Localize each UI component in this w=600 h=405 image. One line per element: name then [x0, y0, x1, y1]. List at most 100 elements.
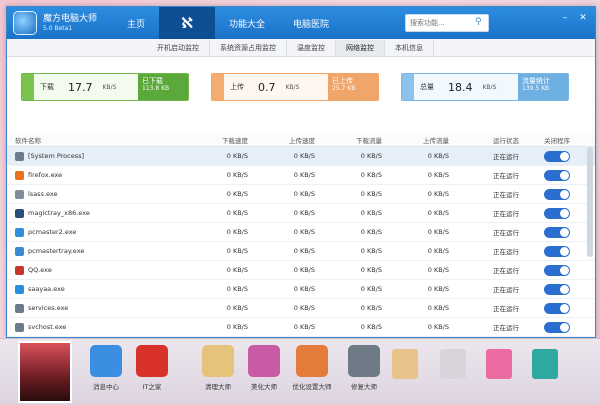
app-window: 魔方电脑大师 5.0 Beta1 主页 ℵ 功能大全 电脑医院 ⚲ – ✕ 开机… — [6, 6, 596, 338]
process-icon — [15, 246, 24, 256]
upload-speed-cell: 0 KB/S — [293, 171, 315, 179]
header-dl-traffic[interactable]: 下载流量 — [329, 135, 396, 145]
upload-speed-cell: 0 KB/S — [293, 209, 315, 217]
nav-tools[interactable]: ℵ — [159, 7, 216, 39]
download-speed-cell: 0 KB/S — [226, 285, 248, 293]
upload-label: 上传 — [230, 83, 244, 91]
upload-total-value: 25.7 KB — [332, 85, 356, 93]
dock-item[interactable]: 美化大师 — [240, 345, 288, 399]
app-tile-4[interactable] — [532, 349, 558, 379]
table-row[interactable]: firefox.exe 0 KB/S 0 KB/S 0 KB/S 0 KB/S 正在运行 — [7, 166, 595, 185]
download-unit: KB/S — [102, 83, 117, 91]
process-name-cell: firefox.exe — [7, 170, 195, 180]
dock-item[interactable]: 消息中心 — [82, 345, 130, 399]
header-status[interactable]: 运行状态 — [463, 135, 527, 145]
minimize-icon[interactable]: – — [559, 13, 571, 23]
app-name: 魔方电脑大师 5.0 Beta1 — [43, 14, 97, 32]
status-cell: 正在运行 — [493, 229, 519, 237]
app-version: 5.0 Beta1 — [43, 24, 73, 32]
upload-speed-cell: 0 KB/S — [293, 228, 315, 236]
nav-clinic[interactable]: 电脑医院 — [279, 7, 343, 39]
tab-info[interactable]: 本机信息 — [385, 40, 434, 56]
nav-home[interactable]: 主页 — [113, 7, 159, 39]
status-cell: 正在运行 — [493, 191, 519, 199]
process-name: pcmaster2.exe — [28, 228, 77, 236]
app-tile-2[interactable] — [440, 349, 466, 379]
download-traffic-cell: 0 KB/S — [360, 323, 382, 331]
close-icon[interactable]: ✕ — [577, 13, 589, 23]
close-program-toggle[interactable] — [544, 302, 570, 314]
title-bar: 魔方电脑大师 5.0 Beta1 主页 ℵ 功能大全 电脑医院 ⚲ – ✕ — [7, 7, 595, 39]
process-name-cell: saayaa.exe — [7, 284, 195, 294]
process-name: services.exe — [28, 304, 69, 312]
table-body: [System Process] 0 KB/S 0 KB/S 0 KB/S 0 KB/S… — [7, 147, 595, 337]
download-speed-cell: 0 KB/S — [226, 247, 248, 255]
download-speed-cell: 0 KB/S — [226, 152, 248, 160]
close-program-toggle[interactable] — [544, 283, 570, 295]
traffic-total: 流量统计 139.5 KB — [518, 74, 568, 100]
process-icon — [15, 227, 24, 237]
upload-traffic-cell: 0 KB/S — [427, 323, 449, 331]
traffic-total-label: 流量统计 — [522, 77, 550, 85]
table-scrollbar[interactable] — [587, 147, 593, 257]
upload-speed-cell: 0 KB/S — [293, 190, 315, 198]
table-row[interactable]: services.exe 0 KB/S 0 KB/S 0 KB/S 0 KB/S 正在运行 — [7, 299, 595, 318]
dock-item[interactable]: 优化设置大师 — [288, 345, 336, 399]
header-name[interactable]: 软件名称 — [7, 135, 195, 145]
close-program-toggle[interactable] — [544, 245, 570, 257]
total-unit: KB/S — [482, 83, 497, 91]
header-close[interactable]: 关闭程序 — [527, 135, 587, 145]
dock-item[interactable]: IT之家 — [128, 345, 176, 399]
app-tile-3[interactable] — [486, 349, 512, 379]
download-traffic-cell: 0 KB/S — [360, 285, 382, 293]
header-dl-speed[interactable]: 下载速度 — [195, 135, 262, 145]
taskbar-dock: 消息中心 IT之家 清理大师 美化大师 优化设置大师 修复大师 — [0, 338, 600, 405]
table-row[interactable]: saayaa.exe 0 KB/S 0 KB/S 0 KB/S 0 KB/S 正在运行 — [7, 280, 595, 299]
status-cell: 正在运行 — [493, 267, 519, 275]
process-icon — [15, 208, 24, 218]
dock-app-icon — [90, 345, 122, 377]
download-speed-cell: 0 KB/S — [226, 209, 248, 217]
close-program-toggle[interactable] — [544, 226, 570, 238]
total-stat: 总量 18.4 KB/S 流量统计 139.5 KB — [401, 73, 569, 101]
process-icon — [15, 151, 24, 161]
tab-resource[interactable]: 系统资源占用监控 — [210, 40, 287, 56]
close-program-toggle[interactable] — [544, 207, 570, 219]
tab-startup[interactable]: 开机启动监控 — [147, 40, 210, 56]
table-row[interactable]: pcmastertray.exe 0 KB/S 0 KB/S 0 KB/S 0 KB/S… — [7, 242, 595, 261]
header-ul-traffic[interactable]: 上传流量 — [396, 135, 463, 145]
process-icon — [15, 189, 24, 199]
close-program-toggle[interactable] — [544, 264, 570, 276]
table-row[interactable]: [System Process] 0 KB/S 0 KB/S 0 KB/S 0 KB/S… — [7, 147, 595, 166]
upload-total-label: 已上传 — [332, 77, 353, 85]
dock-app-icon — [136, 345, 168, 377]
search-icon[interactable]: ⚲ — [475, 17, 485, 27]
download-stat: 下载 17.7 KB/S 已下载 113.8 KB — [21, 73, 189, 101]
close-program-toggle[interactable] — [544, 188, 570, 200]
dock-item[interactable]: 清理大师 — [194, 345, 242, 399]
table-row[interactable]: QQ.exe 0 KB/S 0 KB/S 0 KB/S 0 KB/S 正在运行 — [7, 261, 595, 280]
nav-features[interactable]: 功能大全 — [215, 7, 279, 39]
close-program-cell — [527, 302, 587, 314]
tab-network[interactable]: 网络监控 — [336, 40, 385, 56]
upload-stat: 上传 0.7 KB/S 已上传 25.7 KB — [211, 73, 379, 101]
download-label: 下载 — [40, 83, 54, 91]
download-speed-cell: 0 KB/S — [226, 171, 248, 179]
app-tile-1[interactable] — [392, 349, 418, 379]
download-speed-cell: 0 KB/S — [226, 228, 248, 236]
table-row[interactable]: magictray_x86.exe 0 KB/S 0 KB/S 0 KB/S 0 KB/… — [7, 204, 595, 223]
table-row[interactable]: svchost.exe 0 KB/S 0 KB/S 0 KB/S 0 KB/S 正在运行 — [7, 318, 595, 337]
header-ul-speed[interactable]: 上传速度 — [262, 135, 329, 145]
tab-temperature[interactable]: 温度监控 — [287, 40, 336, 56]
upload-speed-cell: 0 KB/S — [293, 152, 315, 160]
close-program-toggle[interactable] — [544, 321, 570, 333]
download-traffic-cell: 0 KB/S — [360, 209, 382, 217]
dock-item-label: 消息中心 — [93, 383, 119, 391]
tools-icon: ℵ — [181, 14, 193, 32]
dock-item[interactable]: 修复大师 — [340, 345, 388, 399]
close-program-toggle[interactable] — [544, 150, 570, 162]
table-row[interactable]: lsass.exe 0 KB/S 0 KB/S 0 KB/S 0 KB/S 正在运行 — [7, 185, 595, 204]
close-program-toggle[interactable] — [544, 169, 570, 181]
upload-traffic-cell: 0 KB/S — [427, 152, 449, 160]
table-row[interactable]: pcmaster2.exe 0 KB/S 0 KB/S 0 KB/S 0 KB/S 正在运… — [7, 223, 595, 242]
